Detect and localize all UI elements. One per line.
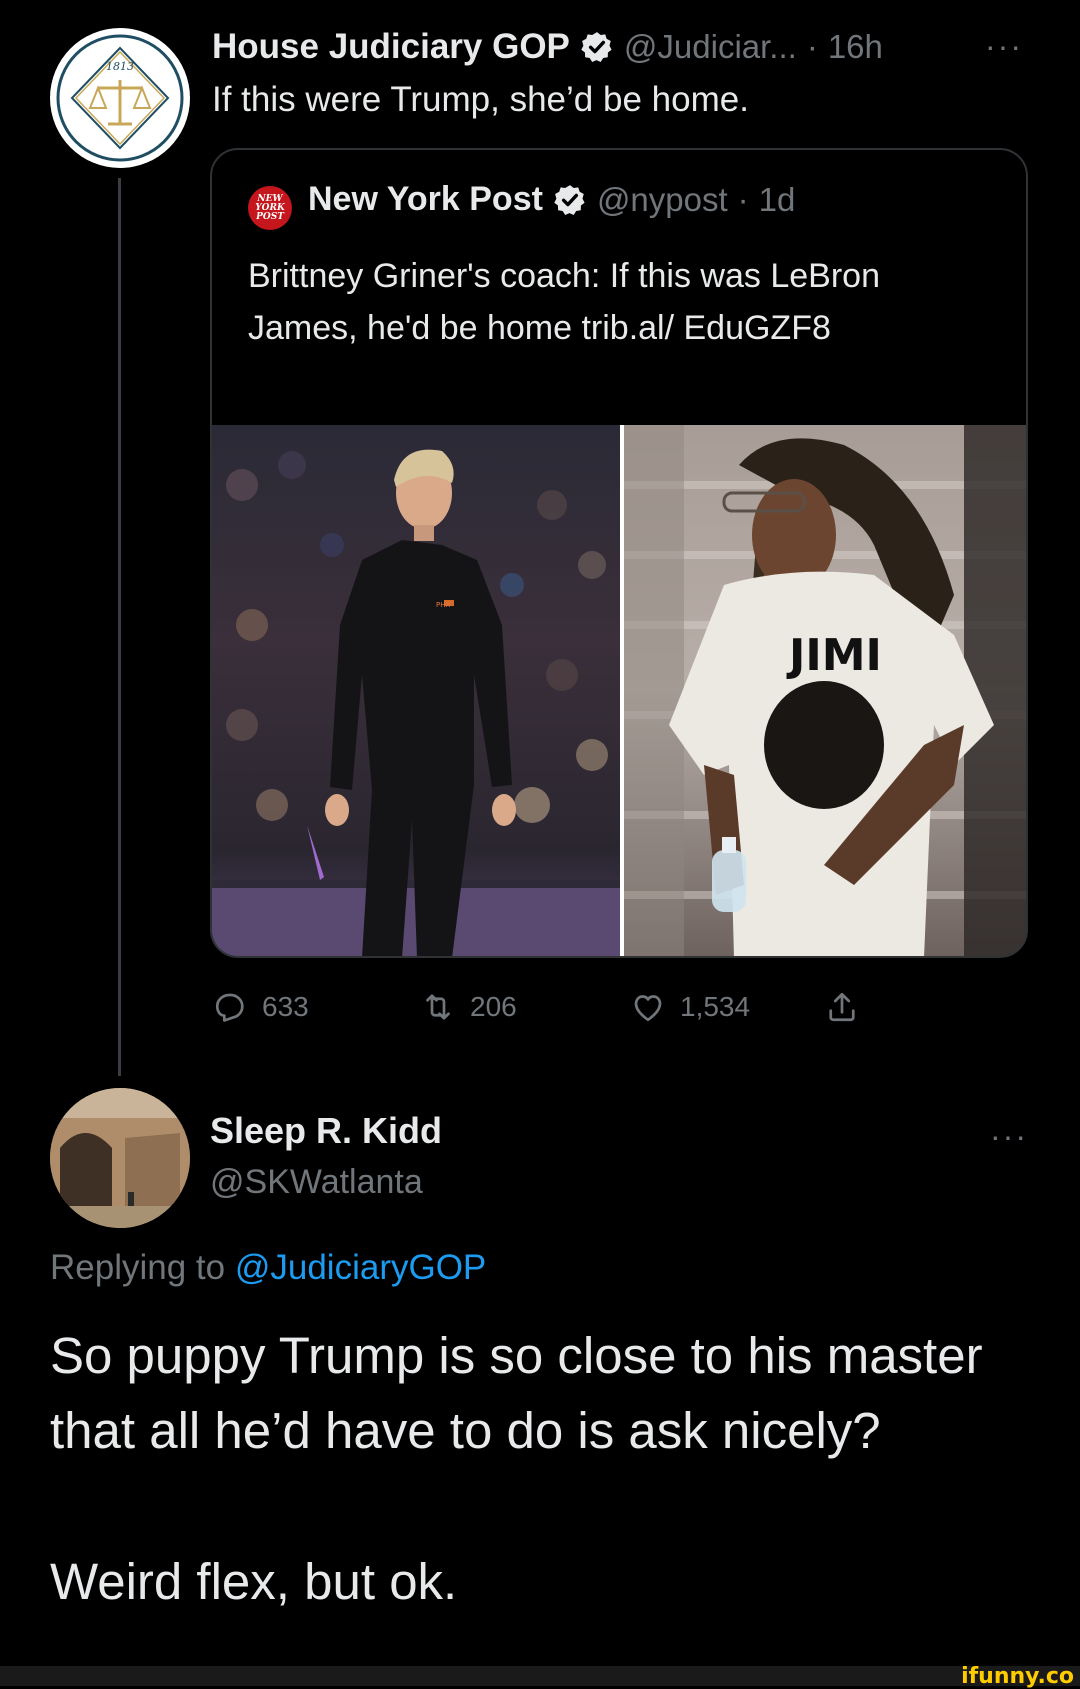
house-judiciary-avatar[interactable]: 1813: [50, 28, 190, 168]
reply-more-options-icon[interactable]: ···: [990, 1118, 1028, 1155]
sleep-r-kidd-avatar[interactable]: [50, 1088, 190, 1228]
author-handle[interactable]: @Judiciar...: [624, 28, 797, 66]
more-options-icon[interactable]: ···: [985, 28, 1023, 65]
jersey-text: PHX: [436, 601, 450, 609]
tweet-action-bar: 633 206 1,534: [212, 982, 912, 1032]
replying-to-link[interactable]: @JudiciaryGOP: [235, 1248, 486, 1287]
nypost-logo-icon: NEW YORK POST: [248, 186, 292, 230]
reply-icon: [215, 993, 244, 1022]
share-action[interactable]: [824, 982, 860, 1032]
ifunny-watermark: ifunny.co: [961, 1664, 1074, 1689]
retweet-action[interactable]: 206: [420, 982, 517, 1032]
quoted-author-name[interactable]: New York Post: [308, 180, 543, 219]
quoted-tweet-text: Brittney Griner's coach: If this was LeB…: [248, 257, 880, 347]
quoted-header-separator: ·: [737, 180, 749, 218]
seal-year: 1813: [106, 60, 134, 73]
share-icon: [829, 992, 855, 1022]
verified-badge-icon: [581, 32, 612, 63]
archway-photo-icon: [50, 1088, 190, 1228]
verified-badge-icon: [554, 184, 585, 215]
quoted-tweet-time[interactable]: 1d: [759, 181, 796, 219]
replying-to-prefix: Replying to: [50, 1248, 226, 1287]
scales-of-justice-seal-icon: 1813: [56, 34, 184, 162]
heart-icon: [634, 995, 662, 1022]
footer-bar: [0, 1666, 1080, 1686]
coach-photo-illustration: PHX: [212, 449, 620, 956]
reply-author-handle[interactable]: @SKWatlanta: [210, 1163, 423, 1202]
player-photo[interactable]: JIMI: [624, 425, 1026, 956]
retweet-icon: [426, 994, 450, 1020]
author-name[interactable]: House Judiciary GOP: [212, 27, 570, 67]
reply-text-2: Weird flex, but ok.: [50, 1553, 458, 1610]
nypost-logo-line-3: POST: [256, 211, 284, 222]
tweet-text: If this were Trump, she’d be home.: [212, 80, 749, 119]
shirt-text: JIMI: [786, 630, 882, 681]
reply-author-name[interactable]: Sleep R. Kidd: [210, 1110, 442, 1152]
reply-text: So puppy Trump is so close to his master…: [50, 1327, 983, 1459]
thread-connector-line: [118, 178, 121, 1076]
reply-action[interactable]: 633: [212, 982, 309, 1032]
player-photo-illustration: JIMI: [624, 425, 1026, 956]
quoted-author-handle[interactable]: @nypost: [597, 181, 728, 219]
retweet-count: 206: [470, 991, 517, 1022]
reply-count: 633: [262, 991, 309, 1022]
header-separator: ·: [806, 28, 818, 65]
coach-photo[interactable]: PHX: [212, 425, 620, 956]
tweet-header: House Judiciary GOP @Judiciar... · 16h: [212, 22, 883, 72]
replying-to-line: Replying to @JudiciaryGOP: [50, 1248, 486, 1288]
like-count: 1,534: [680, 991, 751, 1022]
quoted-tweet-header: New York Post @nypost · 1d: [308, 180, 795, 219]
like-action[interactable]: 1,534: [630, 982, 750, 1032]
quoted-tweet-card[interactable]: NEW YORK POST New York Post @nypost · 1d…: [210, 148, 1028, 958]
tweet-time[interactable]: 16h: [828, 28, 883, 66]
